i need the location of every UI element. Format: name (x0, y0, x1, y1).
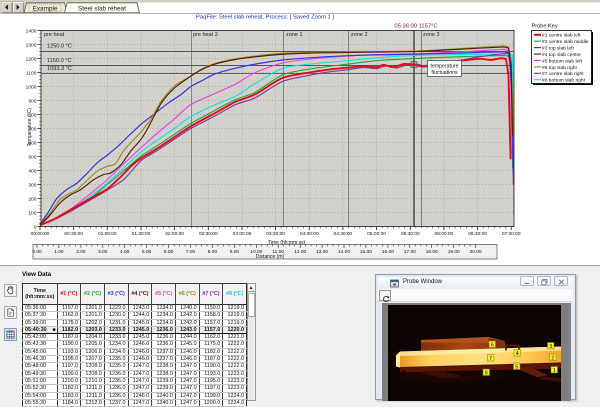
svg-text:4: 4 (516, 351, 519, 357)
svg-text:02:30:00: 02:30:00 (199, 231, 218, 237)
svg-text:12.00: 12.00 (294, 249, 306, 255)
svg-text:15.00: 15.00 (360, 249, 372, 255)
svg-text:Steel slab reheat: Steel slab reheat (78, 5, 126, 12)
svg-text:1250.0 °C: 1250.0 °C (47, 43, 72, 49)
svg-text:1093.3 °C: 1093.3 °C (47, 66, 72, 72)
svg-text:02:00:00: 02:00:00 (165, 231, 184, 237)
svg-text:Temperature (°C): Temperature (°C) (27, 107, 33, 146)
svg-text:04:00:00: 04:00:00 (300, 231, 319, 237)
svg-text:3.00: 3.00 (98, 249, 108, 255)
svg-text:1: 1 (553, 368, 556, 374)
svg-text:2: 2 (551, 355, 554, 361)
svg-text:7: 7 (489, 356, 492, 362)
svg-text:500: 500 (28, 154, 36, 160)
svg-text:1100: 1100 (26, 70, 37, 76)
svg-text:20.00: 20.00 (470, 249, 482, 255)
svg-text:05:00:00: 05:00:00 (367, 231, 386, 237)
svg-text:pre heat: pre heat (44, 31, 65, 37)
svg-text:fluctuations: fluctuations (431, 70, 458, 76)
svg-text:#5 bottom slab left: #5 bottom slab left (542, 58, 583, 64)
svg-text:#4 top slab centre: #4 top slab centre (542, 52, 581, 58)
svg-text:0: 0 (34, 224, 37, 230)
svg-text:07:00:00: 07:00:00 (502, 231, 521, 237)
svg-text:Probe Key: Probe Key (532, 23, 558, 29)
svg-text:03:00:00: 03:00:00 (233, 231, 252, 237)
svg-text:7.00: 7.00 (186, 249, 196, 255)
svg-text:17.00: 17.00 (404, 249, 416, 255)
svg-text:01:30:00: 01:30:00 (132, 231, 151, 237)
svg-text:3: 3 (549, 344, 552, 350)
svg-text:300: 300 (28, 182, 36, 188)
svg-text:05:36:00 1157°C: 05:36:00 1157°C (394, 23, 437, 29)
svg-text:9.00: 9.00 (230, 249, 240, 255)
svg-text:900: 900 (28, 98, 36, 104)
svg-text:100: 100 (28, 210, 36, 216)
svg-text:1200: 1200 (26, 56, 37, 62)
svg-text:05:30:00: 05:30:00 (401, 231, 420, 237)
svg-text:1000: 1000 (26, 84, 37, 90)
svg-text:8: 8 (485, 370, 488, 376)
svg-text:1.00: 1.00 (54, 249, 64, 255)
svg-text:18.00: 18.00 (426, 249, 438, 255)
svg-text:PaqFile: Steel slab reheat, Pr: PaqFile: Steel slab reheat, Process: [ S… (196, 14, 334, 20)
svg-text:#6 top slab right: #6 top slab right (542, 64, 577, 70)
svg-text:1300: 1300 (26, 42, 37, 48)
svg-text:pre heat 2: pre heat 2 (193, 31, 218, 37)
svg-text:03:30:00: 03:30:00 (266, 231, 285, 237)
svg-text:14.00: 14.00 (338, 249, 350, 255)
svg-text:6.00: 6.00 (164, 249, 174, 255)
svg-text:04:30:00: 04:30:00 (334, 231, 353, 237)
svg-text:#3 top slab left: #3 top slab left (542, 45, 574, 51)
svg-text:Distance (m): Distance (m) (256, 253, 285, 259)
svg-text:06:30:00: 06:30:00 (468, 231, 487, 237)
svg-text:5: 5 (515, 364, 518, 370)
svg-text:1150.0 °C: 1150.0 °C (47, 58, 72, 64)
svg-text:8.00: 8.00 (208, 249, 218, 255)
svg-text:temperature: temperature (431, 63, 459, 69)
svg-text:1400: 1400 (26, 28, 37, 34)
svg-text:5.00: 5.00 (142, 249, 152, 255)
svg-text:01:00:00: 01:00:00 (98, 231, 117, 237)
svg-text:13.00: 13.00 (316, 249, 328, 255)
svg-text:4.00: 4.00 (120, 249, 130, 255)
svg-text:zone 1: zone 1 (286, 31, 303, 37)
svg-text:#7 centre slab right: #7 centre slab right (542, 71, 584, 77)
svg-text:06:00:00: 06:00:00 (435, 231, 454, 237)
svg-text:6: 6 (491, 342, 494, 348)
svg-text:zone 3: zone 3 (423, 31, 440, 37)
svg-text:#1 centre slab left: #1 centre slab left (542, 32, 581, 38)
svg-text:00:30:00: 00:30:00 (64, 231, 83, 237)
svg-text:200: 200 (28, 196, 36, 202)
svg-text:2.00: 2.00 (76, 249, 86, 255)
svg-text:00:00:00: 00:00:00 (31, 231, 50, 237)
svg-text:#2 centre slab middle: #2 centre slab middle (542, 39, 589, 45)
svg-text:0.00: 0.00 (32, 249, 42, 255)
svg-text:zone 2: zone 2 (351, 31, 368, 37)
svg-text:#8 bottom slab right: #8 bottom slab right (542, 77, 586, 83)
svg-text:400: 400 (28, 168, 36, 174)
svg-text:19.00: 19.00 (448, 249, 460, 255)
svg-text:Example: Example (33, 5, 58, 12)
svg-text:16.00: 16.00 (382, 249, 394, 255)
